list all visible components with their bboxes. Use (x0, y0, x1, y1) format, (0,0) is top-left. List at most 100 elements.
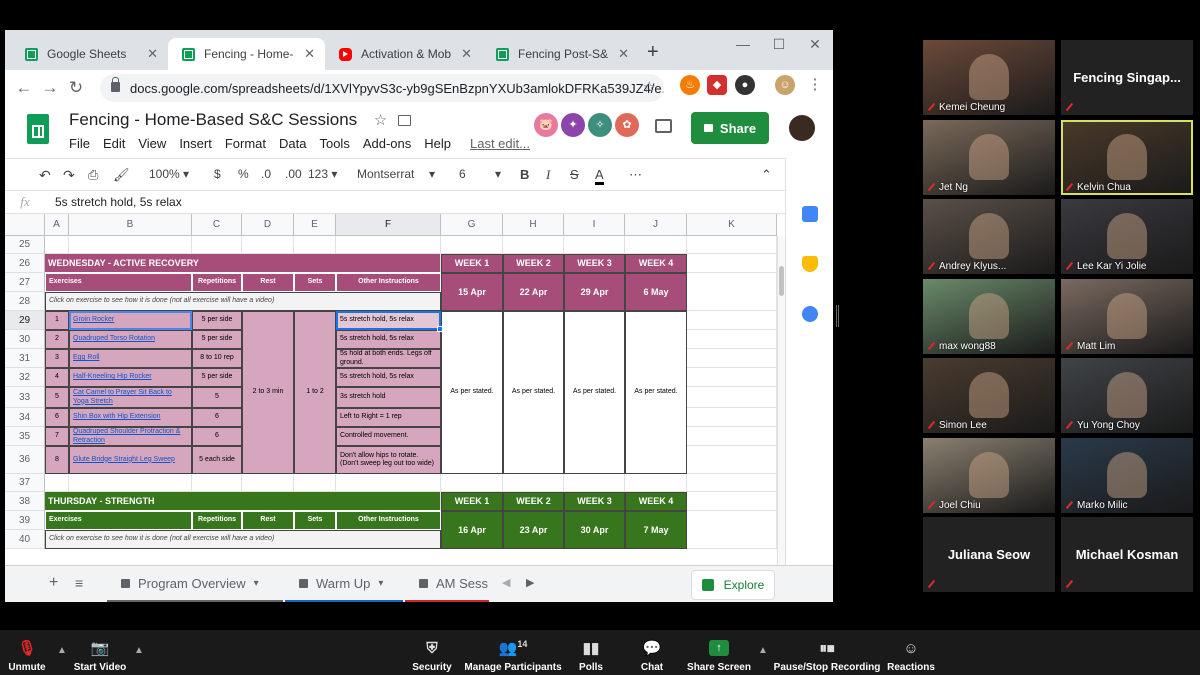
exercise-number[interactable]: 4 (45, 368, 69, 387)
row-header[interactable]: 34 (5, 408, 45, 427)
tab-fencing-post-snc[interactable]: Fencing Post-S&C Se ✕ (482, 38, 639, 70)
forward-arrow-icon[interactable]: → (37, 78, 63, 98)
column-header[interactable]: F (336, 214, 441, 236)
cell[interactable] (441, 474, 503, 492)
column-header[interactable]: C (192, 214, 242, 236)
exercise-link[interactable]: Shin Box with Hip Extension (69, 408, 192, 427)
formula-input[interactable]: 5s stretch hold, 5s relax (45, 195, 182, 209)
row-header[interactable]: 38 (5, 492, 45, 511)
cell[interactable] (242, 474, 294, 492)
column-label[interactable]: Rest (242, 273, 294, 292)
print-icon[interactable]: ⎙ (88, 167, 98, 183)
strikethrough-button[interactable]: S (570, 167, 579, 182)
scrollbar-thumb[interactable] (779, 266, 784, 296)
split-handle[interactable] (836, 305, 839, 327)
cell[interactable] (687, 273, 777, 311)
week-date[interactable]: 16 Apr (441, 511, 503, 549)
column-label[interactable]: Other Instructions (336, 511, 441, 530)
tab-fencing-home-based[interactable]: Fencing - Home-Bas ✕ (168, 38, 325, 70)
menu-insert[interactable]: Insert (179, 136, 212, 151)
security-button[interactable]: ⛨ Security (412, 630, 452, 675)
column-header[interactable]: K (687, 214, 777, 236)
exercise-link[interactable]: Groin Rocker (69, 311, 192, 330)
extension-avatar-icon[interactable]: ☺ (775, 75, 795, 95)
column-label[interactable]: Sets (294, 273, 336, 292)
column-header[interactable]: J (625, 214, 687, 236)
cell[interactable] (69, 474, 192, 492)
participant-tile[interactable]: Marko Milic (1061, 437, 1193, 513)
participant-tile[interactable]: Juliana Seow (923, 517, 1055, 592)
participant-tile[interactable]: Simon Lee (923, 358, 1055, 433)
participant-tile[interactable]: Yu Yong Choy (1061, 358, 1193, 433)
column-header[interactable]: D (242, 214, 294, 236)
exercise-link[interactable]: Glute Bridge Straight Leg Sweep (69, 446, 192, 474)
as-stated-note[interactable]: As per stated. (441, 311, 503, 474)
menu-file[interactable]: File (69, 136, 90, 151)
close-icon[interactable]: ✕ (137, 46, 168, 62)
collaborator-avatar[interactable]: 🐷 (534, 113, 558, 137)
dropdown-icon[interactable]: ▾ (378, 578, 383, 589)
currency-button[interactable]: $ (214, 167, 221, 181)
cell[interactable] (69, 236, 192, 254)
google-sheets-logo[interactable] (27, 114, 49, 144)
row-header[interactable]: 35 (5, 427, 45, 446)
week-header[interactable]: WEEK 2 (503, 254, 564, 273)
participant-tile[interactable]: Matt Lim (1061, 278, 1193, 354)
week-header[interactable]: WEEK 3 (564, 254, 625, 273)
menu-edit[interactable]: Edit (103, 136, 125, 151)
menu-help[interactable]: Help (424, 136, 451, 151)
close-icon[interactable]: ✕ (451, 46, 482, 62)
decrease-decimal-button[interactable]: .0 (261, 167, 271, 181)
exercise-reps[interactable]: 5 each side (192, 446, 242, 474)
collapse-chevron-icon[interactable]: ⌃ (761, 167, 772, 183)
undo-icon[interactable]: ↶ (39, 167, 51, 184)
cell[interactable] (242, 236, 294, 254)
participant-tile[interactable]: Fencing Singap... (1061, 40, 1193, 115)
cell[interactable] (687, 492, 777, 511)
vertical-scrollbar[interactable] (777, 236, 785, 584)
exercise-number[interactable]: 8 (45, 446, 69, 474)
share-button[interactable]: Share (691, 112, 769, 144)
sheet-tab-program-overview[interactable]: Program Overview ▾ (107, 566, 283, 602)
week-header[interactable]: WEEK 1 (441, 254, 503, 273)
exercise-instructions[interactable]: Controlled movement. (336, 427, 441, 446)
exercise-number[interactable]: 5 (45, 387, 69, 408)
cell[interactable] (687, 311, 777, 330)
cell[interactable] (336, 236, 441, 254)
redo-icon[interactable]: ↷ (63, 167, 75, 184)
exercise-reps[interactable]: 8 to 10 rep (192, 349, 242, 368)
participant-tile[interactable]: Kelvin Chua (1061, 119, 1193, 195)
row-header[interactable]: 33 (5, 387, 45, 408)
collaborator-avatar[interactable]: ✦ (561, 113, 585, 137)
row-header[interactable]: 36 (5, 446, 45, 474)
exercise-instructions[interactable]: Left to Right = 1 rep (336, 408, 441, 427)
instruction-note[interactable]: Click on exercise to see how it is done … (45, 292, 441, 311)
as-stated-note[interactable]: As per stated. (564, 311, 625, 474)
exercise-reps[interactable]: 6 (192, 427, 242, 446)
week-header[interactable]: WEEK 4 (625, 492, 687, 511)
week-date[interactable]: 22 Apr (503, 273, 564, 311)
row-header[interactable]: 37 (5, 474, 45, 492)
menu-view[interactable]: View (138, 136, 166, 151)
scroll-tabs-left-icon[interactable]: ◀ (502, 576, 510, 589)
back-arrow-icon[interactable]: ← (11, 78, 37, 98)
cell[interactable] (336, 474, 441, 492)
column-header[interactable]: A (45, 214, 69, 236)
exercise-link[interactable]: Quadruped Shoulder Protraction & Retract… (69, 427, 192, 446)
participant-tile[interactable]: Kemei Cheung (923, 40, 1055, 115)
column-header[interactable]: E (294, 214, 336, 236)
last-edit-link[interactable]: Last edit... (470, 136, 530, 151)
cell[interactable] (503, 236, 564, 254)
tasks-icon[interactable] (802, 306, 818, 322)
week-date[interactable]: 15 Apr (441, 273, 503, 311)
reload-icon[interactable]: ↻ (63, 78, 89, 98)
exercise-instructions[interactable]: 5s stretch hold, 5s relax (336, 311, 441, 330)
cell[interactable] (687, 330, 777, 349)
calendar-icon[interactable] (802, 206, 818, 222)
column-label[interactable]: Repetitions (192, 511, 242, 530)
exercise-number[interactable]: 2 (45, 330, 69, 349)
sets-value[interactable]: 1 to 2 (294, 311, 336, 474)
column-label-exercises[interactable]: Exercises (45, 511, 192, 530)
week-date[interactable]: 7 May (625, 511, 687, 549)
add-sheet-icon[interactable]: + (49, 574, 58, 592)
